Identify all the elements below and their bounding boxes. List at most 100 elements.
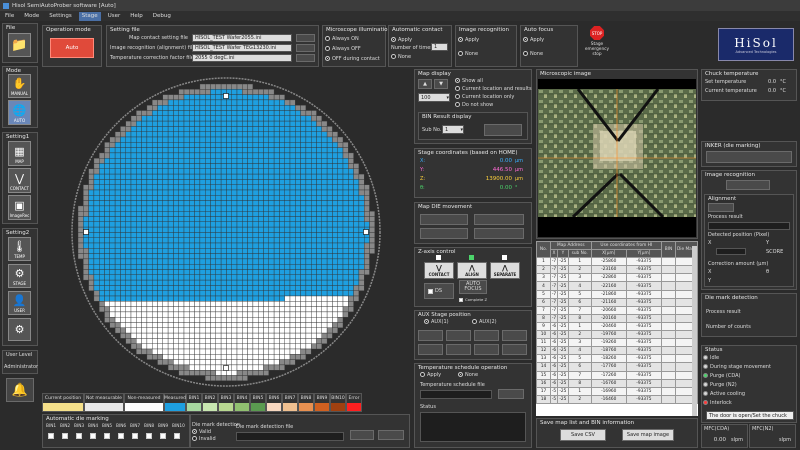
wafer-die[interactable]	[263, 189, 270, 196]
wafer-die[interactable]	[141, 348, 148, 355]
wafer-die[interactable]	[353, 242, 360, 249]
wafer-die[interactable]	[194, 168, 201, 175]
wafer-die[interactable]	[236, 364, 243, 371]
wafer-die[interactable]	[194, 327, 201, 334]
wafer-die[interactable]	[348, 226, 354, 233]
wafer-die[interactable]	[231, 274, 238, 281]
wafer-die[interactable]	[311, 152, 317, 159]
wafer-die[interactable]	[104, 221, 111, 228]
wafer-die[interactable]	[268, 285, 275, 291]
auto-contact-none-radio[interactable]: None	[391, 54, 411, 60]
die-table-container[interactable]: No. Map Address Use coordinates from HI BIN…	[536, 241, 698, 416]
wafer-die[interactable]	[83, 248, 89, 254]
z-contact-button[interactable]: ⋁ CONTACT	[424, 262, 454, 279]
wafer-die[interactable]	[305, 332, 312, 339]
wafer-die[interactable]	[162, 253, 169, 260]
wafer-die[interactable]	[199, 179, 206, 185]
wafer-die[interactable]	[353, 216, 360, 223]
table-row[interactable]: 6 -7 -25 6 -21160 -93375	[536, 297, 698, 307]
wafer-die[interactable]	[88, 226, 95, 233]
wafer-die[interactable]	[284, 290, 291, 297]
wafer-die[interactable]	[257, 274, 264, 281]
wafer-die[interactable]	[99, 295, 105, 302]
wafer-die[interactable]	[173, 274, 179, 281]
wafer-die[interactable]	[284, 99, 291, 106]
emergency-stop-button[interactable]: STOP Stage emergency stop	[583, 26, 611, 62]
wafer-die[interactable]	[220, 115, 227, 122]
wafer-die[interactable]	[305, 200, 312, 207]
wafer-die[interactable]	[268, 332, 275, 339]
wafer-die[interactable]	[215, 200, 222, 207]
wafer-die[interactable]	[109, 279, 116, 286]
wafer-die[interactable]	[194, 274, 201, 281]
wafer-die[interactable]	[247, 237, 254, 244]
wafer-die[interactable]	[295, 232, 301, 238]
wafer-die[interactable]	[326, 157, 333, 164]
wafer-die[interactable]	[252, 348, 259, 355]
wafer-die[interactable]	[236, 343, 243, 350]
wafer-die[interactable]	[321, 131, 328, 138]
wafer-die[interactable]	[189, 290, 195, 297]
wafer-die[interactable]	[300, 316, 307, 323]
wafer-die[interactable]	[273, 94, 280, 101]
wafer-die[interactable]	[199, 237, 206, 244]
wafer-die[interactable]	[311, 210, 317, 217]
wafer-die[interactable]	[305, 348, 312, 355]
wafer-die[interactable]	[279, 136, 285, 143]
wafer-die[interactable]	[130, 322, 137, 329]
die-mark-invalid-radio[interactable]: Invalid	[192, 436, 216, 442]
wafer-die[interactable]	[257, 94, 264, 101]
wafer-die[interactable]	[114, 232, 121, 238]
wafer-die[interactable]	[257, 184, 264, 191]
wafer-die[interactable]	[273, 195, 280, 201]
wafer-die[interactable]	[242, 348, 248, 355]
wafer-die[interactable]	[125, 216, 132, 223]
wafer-die[interactable]	[311, 216, 317, 223]
wafer-die[interactable]	[99, 258, 105, 265]
wafer-die[interactable]	[136, 311, 142, 318]
wafer-die[interactable]	[146, 115, 153, 122]
wafer-die[interactable]	[231, 316, 238, 323]
wafer-die[interactable]	[146, 131, 153, 138]
wafer-die[interactable]	[183, 253, 190, 260]
wafer-die[interactable]	[104, 226, 111, 233]
wafer-die[interactable]	[311, 343, 317, 350]
wafer-die[interactable]	[215, 184, 222, 191]
wafer-die[interactable]	[189, 327, 195, 334]
wafer-die[interactable]	[348, 253, 354, 260]
wafer-die[interactable]	[257, 226, 264, 233]
wafer-die[interactable]	[332, 253, 338, 260]
wafer-die[interactable]	[199, 189, 206, 196]
wafer-die[interactable]	[247, 216, 254, 223]
wafer-die[interactable]	[263, 216, 270, 223]
wafer-die[interactable]	[151, 226, 158, 233]
wafer-die[interactable]	[263, 263, 270, 270]
wafer-die[interactable]	[337, 274, 344, 281]
wafer-die[interactable]	[173, 311, 179, 318]
wafer-die[interactable]	[220, 253, 227, 260]
wafer-die[interactable]	[125, 168, 132, 175]
wafer-die[interactable]	[242, 126, 248, 132]
wafer-die[interactable]	[337, 168, 344, 175]
wafer-die[interactable]	[146, 301, 153, 307]
wafer-die[interactable]	[337, 242, 344, 249]
wafer-die[interactable]	[279, 168, 285, 175]
wafer-die[interactable]	[242, 226, 248, 233]
wafer-die[interactable]	[125, 200, 132, 207]
wafer-die[interactable]	[305, 338, 312, 344]
wafer-die[interactable]	[236, 348, 243, 355]
wafer-die[interactable]	[337, 195, 344, 201]
wafer-die[interactable]	[300, 269, 307, 276]
wafer-die[interactable]	[204, 110, 211, 117]
wafer-die[interactable]	[337, 189, 344, 196]
wafer-die[interactable]	[289, 168, 296, 175]
wafer-die[interactable]	[141, 120, 148, 127]
wafer-die[interactable]	[263, 354, 270, 360]
wafer-die[interactable]	[204, 306, 211, 313]
wafer-die[interactable]	[215, 105, 222, 111]
wafer-die[interactable]	[215, 232, 222, 238]
wafer-die[interactable]	[279, 327, 285, 334]
wafer-die[interactable]	[99, 163, 105, 170]
wafer-die[interactable]	[204, 322, 211, 329]
wafer-die[interactable]	[99, 216, 105, 223]
